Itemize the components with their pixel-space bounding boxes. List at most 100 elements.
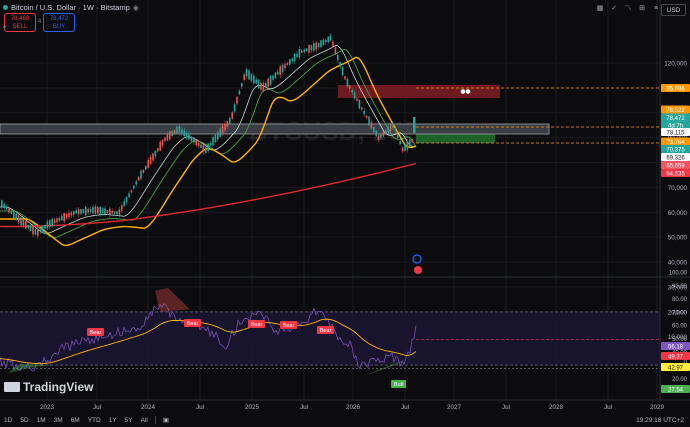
range-ytd[interactable]: YTD: [84, 417, 105, 424]
price-tag-text: 78,522: [666, 108, 685, 114]
candle-body: [409, 139, 411, 147]
range-6m[interactable]: 6M: [67, 417, 84, 424]
utc-clock[interactable]: 19:29:18 UTC+2: [636, 417, 690, 424]
price-axis-label: 40,000: [668, 260, 688, 267]
candle-body: [269, 75, 272, 85]
range-1y[interactable]: 1Y: [105, 417, 121, 424]
candle-body: [137, 177, 140, 181]
candle-body: [303, 49, 305, 52]
candle-body: [49, 220, 51, 227]
time-axis-label: 2024: [141, 404, 156, 411]
candle-body: [265, 83, 267, 87]
candle-body: [51, 218, 53, 227]
candle-body: [106, 210, 109, 213]
candle-body: [109, 208, 111, 215]
candle-body: [161, 139, 164, 146]
buy-label: BUY: [52, 24, 66, 30]
candle-body: [243, 74, 245, 80]
candle-body: [166, 133, 169, 141]
range-1d[interactable]: 1D: [0, 417, 16, 424]
range-all[interactable]: All: [137, 417, 152, 424]
candle-body: [92, 207, 94, 214]
candle-body: [308, 44, 310, 53]
candle-body: [387, 126, 389, 134]
sell-button[interactable]: 78,468 SELL: [4, 13, 36, 32]
candle-body: [351, 90, 353, 93]
alert-icon: [414, 266, 422, 274]
market-status-icon: [3, 5, 8, 10]
range-5y[interactable]: 5Y: [121, 417, 137, 424]
candle-body: [101, 208, 104, 214]
candle-body: [68, 212, 70, 218]
candle-body: [142, 169, 145, 173]
candle-body: [10, 211, 13, 214]
candle-body: [73, 211, 75, 215]
date-range-icon[interactable]: ▣: [159, 416, 173, 424]
range-3m[interactable]: 3M: [50, 417, 67, 424]
settings-icon[interactable]: ≡: [652, 5, 660, 13]
candle-body: [298, 49, 301, 58]
candle-body: [200, 144, 202, 148]
chart-type-icon[interactable]: ▦: [596, 5, 604, 13]
candle-body: [329, 35, 332, 41]
time-axis-label: Jul: [502, 404, 510, 411]
candle-body: [185, 133, 188, 138]
divergence-fill: [155, 287, 190, 312]
price-tag-text: 54,535: [666, 171, 685, 177]
bear-signal-text: Bear: [90, 330, 102, 336]
candle-body: [358, 99, 361, 109]
layout-icon[interactable]: ⊞: [638, 5, 646, 13]
candle-body: [238, 90, 241, 95]
candle-body: [133, 185, 135, 189]
candle-body: [226, 121, 229, 128]
candle-body: [87, 208, 89, 213]
candle-body: [353, 92, 356, 99]
price-tag-text: 69,326: [666, 155, 685, 161]
rsi-tag-text: 56.18: [668, 344, 684, 350]
resistance-zone: [338, 85, 500, 98]
bear-signal-text: Bear: [187, 321, 199, 327]
range-1m[interactable]: 1M: [33, 417, 50, 424]
indicators-icon[interactable]: 〽: [624, 5, 632, 13]
time-axis-label: Jul: [93, 404, 101, 411]
candle-body: [164, 137, 166, 141]
visibility-icon[interactable]: ◉: [133, 4, 139, 12]
candle-body: [370, 121, 373, 129]
chart-canvas[interactable]: 120,000110,000100,00090,00080,00070,0006…: [0, 0, 690, 427]
range-5d[interactable]: 5D: [16, 417, 32, 424]
candle-body: [34, 229, 37, 235]
buy-button[interactable]: 78,472 BUY: [43, 13, 75, 32]
candle-body: [397, 134, 399, 138]
price-axis-label: 70,000: [668, 185, 688, 192]
rsi-axis-label: 80.00: [672, 297, 688, 303]
candle-body: [123, 201, 125, 207]
symbol-header[interactable]: Bitcoin / U.S. Dollar · 1W · Bitstamp ◉: [3, 3, 139, 12]
candle-body: [325, 39, 327, 43]
time-axis-label: 2026: [346, 404, 361, 411]
candle-body: [29, 225, 32, 232]
candle-body: [346, 78, 349, 87]
candle-body: [250, 73, 253, 81]
collapse-chevron-icon[interactable]: ▾: [3, 24, 6, 31]
compare-icon[interactable]: ✓: [610, 5, 618, 13]
candle-body: [341, 66, 344, 76]
candle-body: [202, 144, 205, 152]
currency-selector[interactable]: USD: [661, 4, 686, 16]
candle-body: [401, 147, 404, 152]
candle-body: [313, 43, 315, 51]
candle-body: [349, 85, 351, 89]
candle-body: [171, 131, 173, 137]
candle-body: [224, 123, 226, 131]
top-toolbar: ▦ ✓ 〽 ⊞ ≡: [596, 5, 660, 13]
candle-body: [3, 204, 5, 208]
zone-eye-icon: [460, 89, 466, 94]
candle-body: [82, 209, 85, 214]
candle-body: [214, 134, 217, 143]
candle-body: [361, 107, 363, 110]
divider: [154, 416, 156, 424]
candle-body: [382, 131, 385, 137]
time-axis-label: 2025: [245, 404, 260, 411]
candle-body: [37, 228, 39, 236]
candle-body: [291, 58, 293, 62]
candle-body: [317, 42, 320, 48]
